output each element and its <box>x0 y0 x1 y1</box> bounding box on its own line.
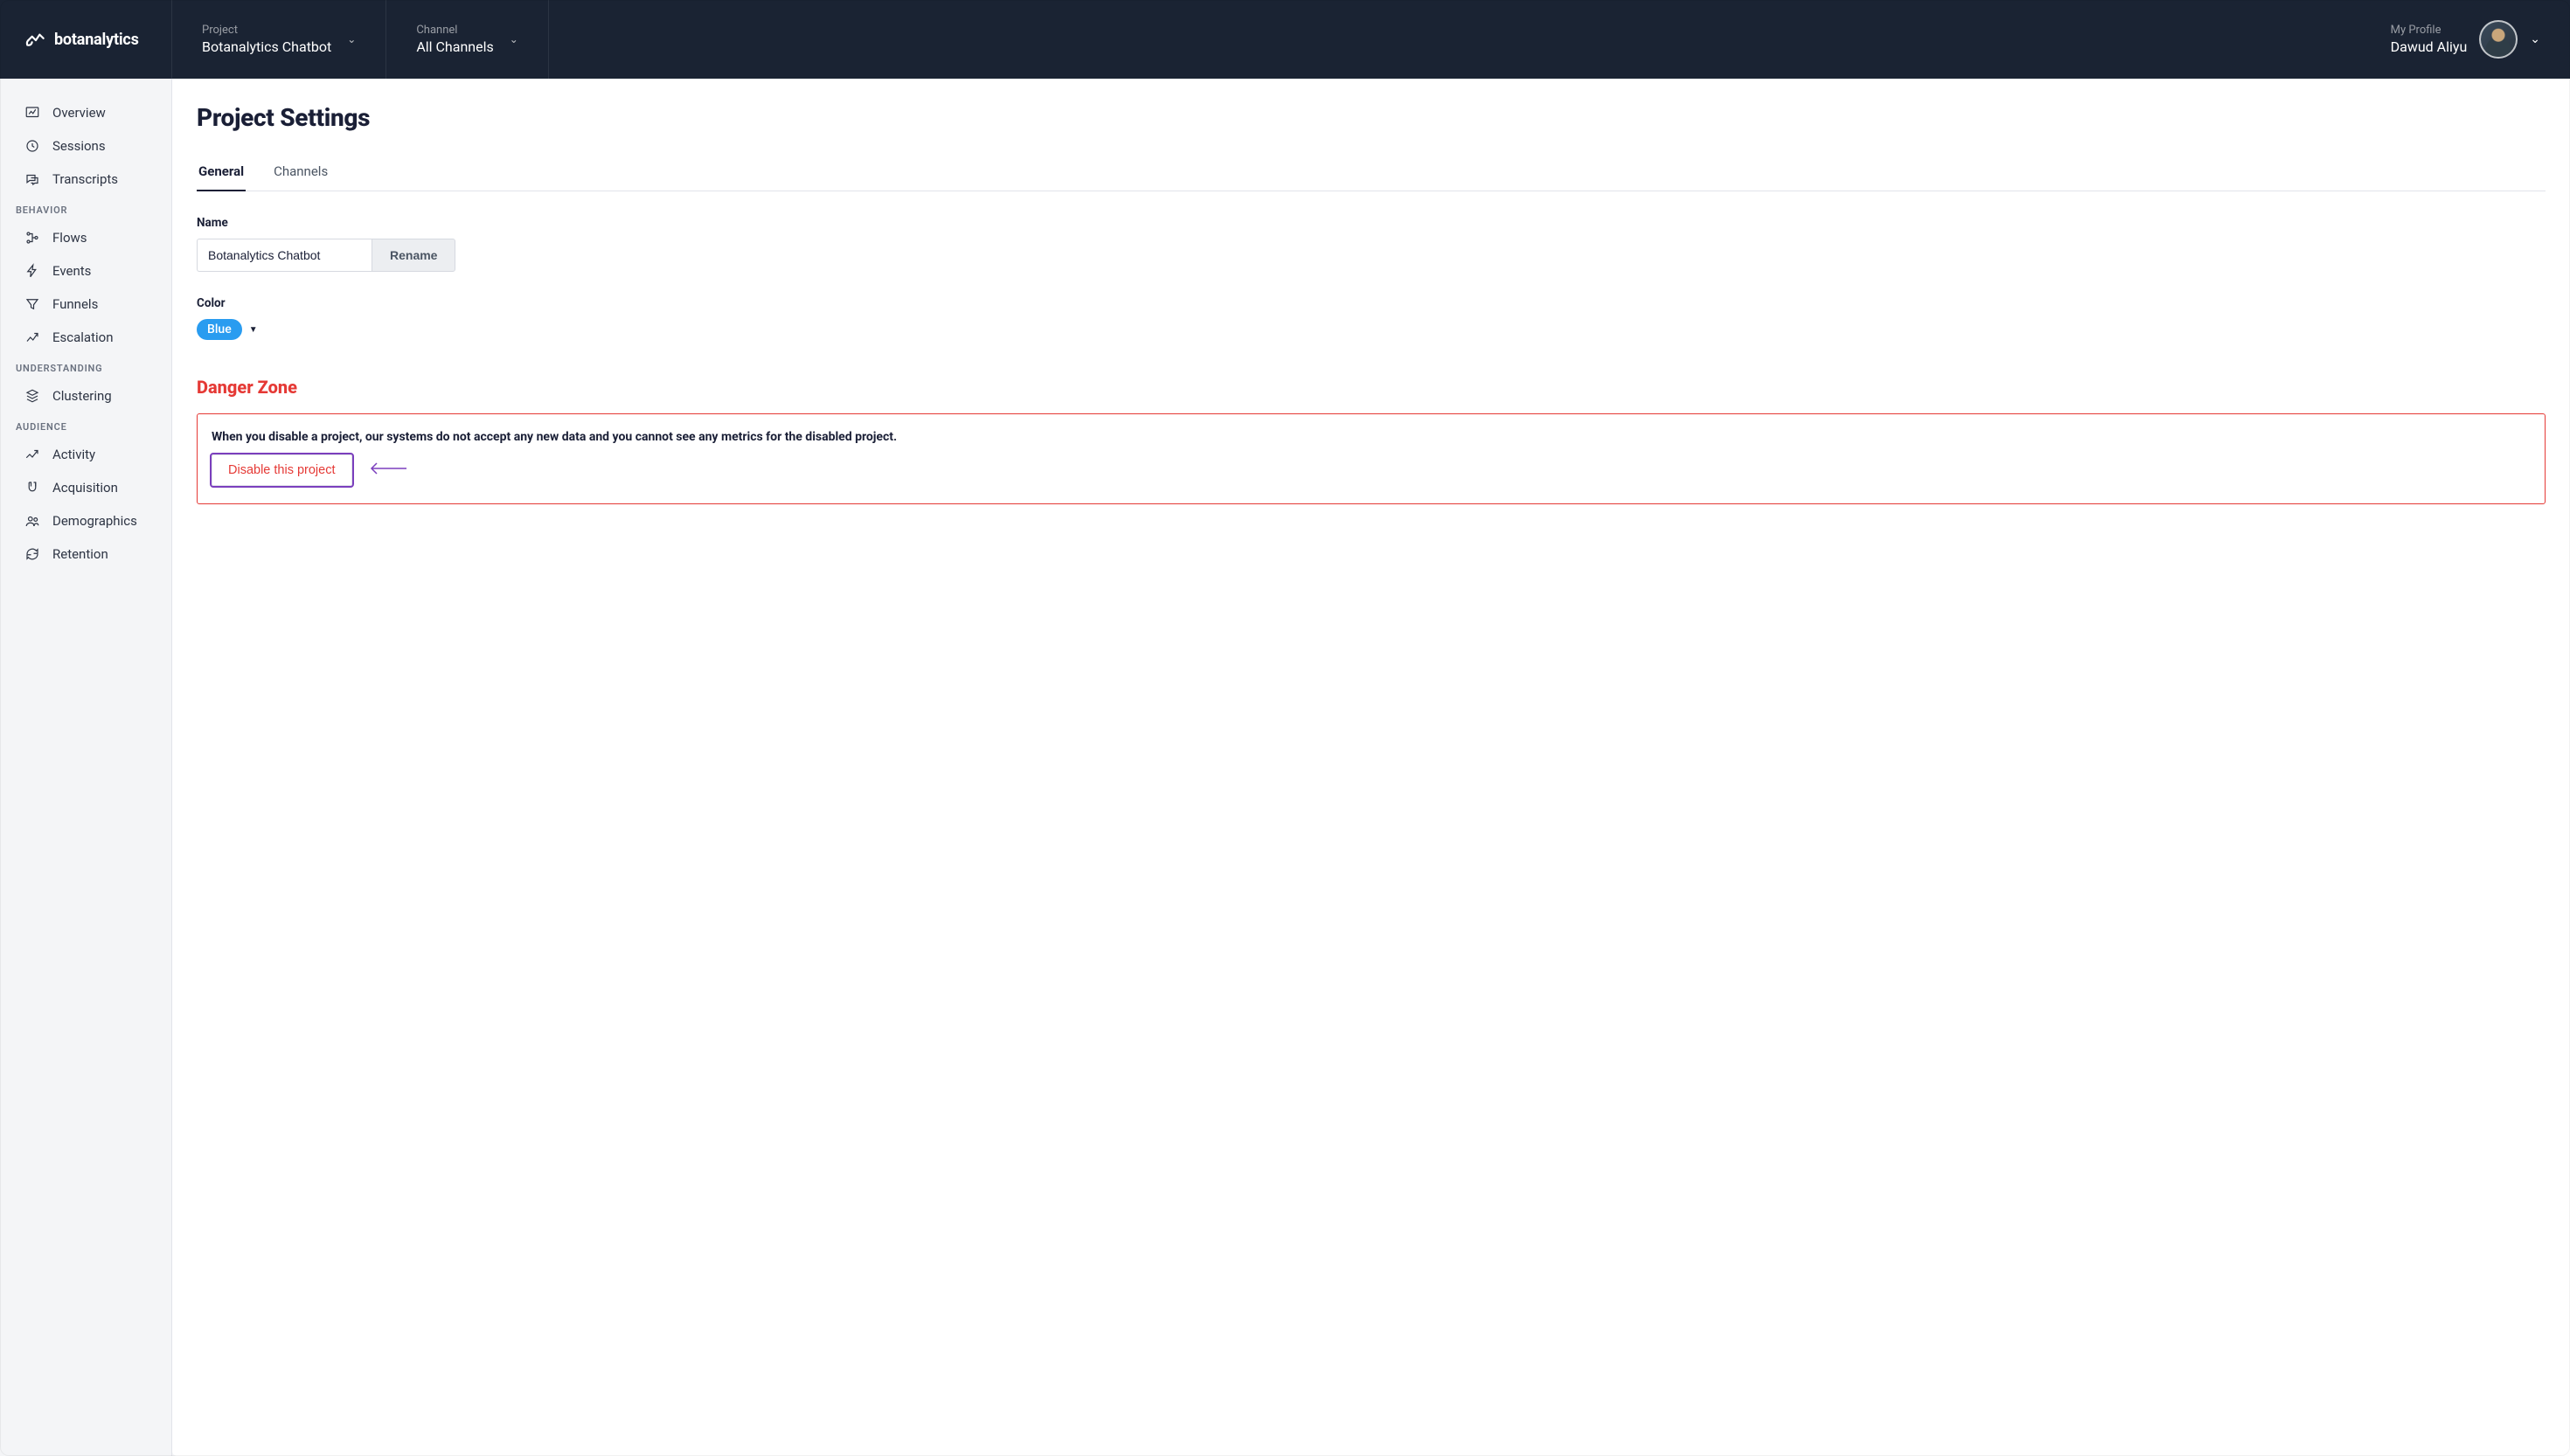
project-selector[interactable]: Project Botanalytics Chatbot ⌄ <box>172 0 386 79</box>
color-badge: Blue <box>197 319 242 340</box>
color-label: Color <box>197 296 2546 310</box>
caret-down-icon: ▼ <box>249 325 258 335</box>
danger-zone-box: When you disable a project, our systems … <box>197 413 2546 504</box>
app-header: botanalytics Project Botanalytics Chatbo… <box>0 0 2570 79</box>
brand-mark-icon <box>24 28 47 51</box>
channel-label: Channel <box>416 24 493 37</box>
danger-zone-title: Danger Zone <box>197 377 2546 398</box>
color-selector[interactable]: Blue ▼ <box>197 319 2546 340</box>
sidebar-item-label: Demographics <box>52 513 137 529</box>
sidebar-item-activity[interactable]: Activity <box>0 438 171 471</box>
brand-logo[interactable]: botanalytics <box>0 0 172 79</box>
name-label: Name <box>197 216 2546 230</box>
sidebar-item-acquisition[interactable]: Acquisition <box>0 471 171 504</box>
sidebar-item-label: Overview <box>52 105 106 121</box>
brand-name: botanalytics <box>54 31 139 49</box>
magnet-icon <box>24 480 40 496</box>
funnel-icon <box>24 296 40 312</box>
tab-general[interactable]: General <box>197 158 246 191</box>
sidebar-item-escalation[interactable]: Escalation <box>0 321 171 354</box>
project-label: Project <box>202 24 331 37</box>
disable-project-button[interactable]: Disable this project <box>212 454 352 486</box>
danger-zone-message: When you disable a project, our systems … <box>212 430 2531 444</box>
avatar <box>2479 20 2518 59</box>
channel-value: All Channels <box>416 38 493 55</box>
sidebar-section-audience: AUDIENCE <box>0 413 171 438</box>
sidebar-item-sessions[interactable]: Sessions <box>0 129 171 163</box>
sidebar-item-label: Sessions <box>52 138 106 154</box>
sidebar-item-label: Flows <box>52 230 87 246</box>
project-value: Botanalytics Chatbot <box>202 38 331 55</box>
annotation-arrow-icon <box>366 461 406 480</box>
sidebar: Overview Sessions Transcripts BEHAVIOR F <box>0 79 172 1456</box>
tab-channels[interactable]: Channels <box>272 158 330 191</box>
sidebar-item-label: Acquisition <box>52 480 118 496</box>
layers-icon <box>24 388 40 404</box>
chevron-down-icon: ⌄ <box>2530 32 2540 46</box>
activity-icon <box>24 447 40 462</box>
sidebar-item-overview[interactable]: Overview <box>0 96 171 129</box>
sidebar-item-events[interactable]: Events <box>0 254 171 288</box>
project-name-input[interactable] <box>197 239 372 272</box>
profile-name: Dawud Aliyu <box>2391 38 2468 55</box>
flows-icon <box>24 230 40 246</box>
chevron-down-icon: ⌄ <box>347 33 356 45</box>
sidebar-item-clustering[interactable]: Clustering <box>0 379 171 413</box>
profile-label: My Profile <box>2391 24 2442 37</box>
sidebar-item-label: Events <box>52 263 91 279</box>
bolt-icon <box>24 263 40 279</box>
clock-icon <box>24 138 40 154</box>
page-title: Project Settings <box>197 103 2546 132</box>
sidebar-item-label: Escalation <box>52 329 113 345</box>
chevron-down-icon: ⌄ <box>510 33 518 45</box>
sidebar-section-understanding: UNDERSTANDING <box>0 354 171 379</box>
sidebar-item-label: Transcripts <box>52 171 118 187</box>
sidebar-item-retention[interactable]: Retention <box>0 537 171 571</box>
users-icon <box>24 513 40 529</box>
main-content: Project Settings General Channels Name R… <box>172 79 2570 1456</box>
sidebar-item-funnels[interactable]: Funnels <box>0 288 171 321</box>
sidebar-item-label: Retention <box>52 546 108 562</box>
sidebar-section-behavior: BEHAVIOR <box>0 196 171 221</box>
sidebar-item-flows[interactable]: Flows <box>0 221 171 254</box>
chat-icon <box>24 171 40 187</box>
sidebar-item-transcripts[interactable]: Transcripts <box>0 163 171 196</box>
sidebar-item-label: Clustering <box>52 388 112 404</box>
profile-menu[interactable]: My Profile Dawud Aliyu ⌄ <box>2361 0 2570 79</box>
sidebar-item-label: Funnels <box>52 296 98 312</box>
sidebar-item-label: Activity <box>52 447 95 462</box>
refresh-icon <box>24 546 40 562</box>
settings-tabs: General Channels <box>197 158 2546 191</box>
overview-icon <box>24 105 40 121</box>
channel-selector[interactable]: Channel All Channels ⌄ <box>386 0 548 79</box>
rename-button[interactable]: Rename <box>372 239 455 272</box>
sidebar-item-demographics[interactable]: Demographics <box>0 504 171 537</box>
escalation-icon <box>24 329 40 345</box>
